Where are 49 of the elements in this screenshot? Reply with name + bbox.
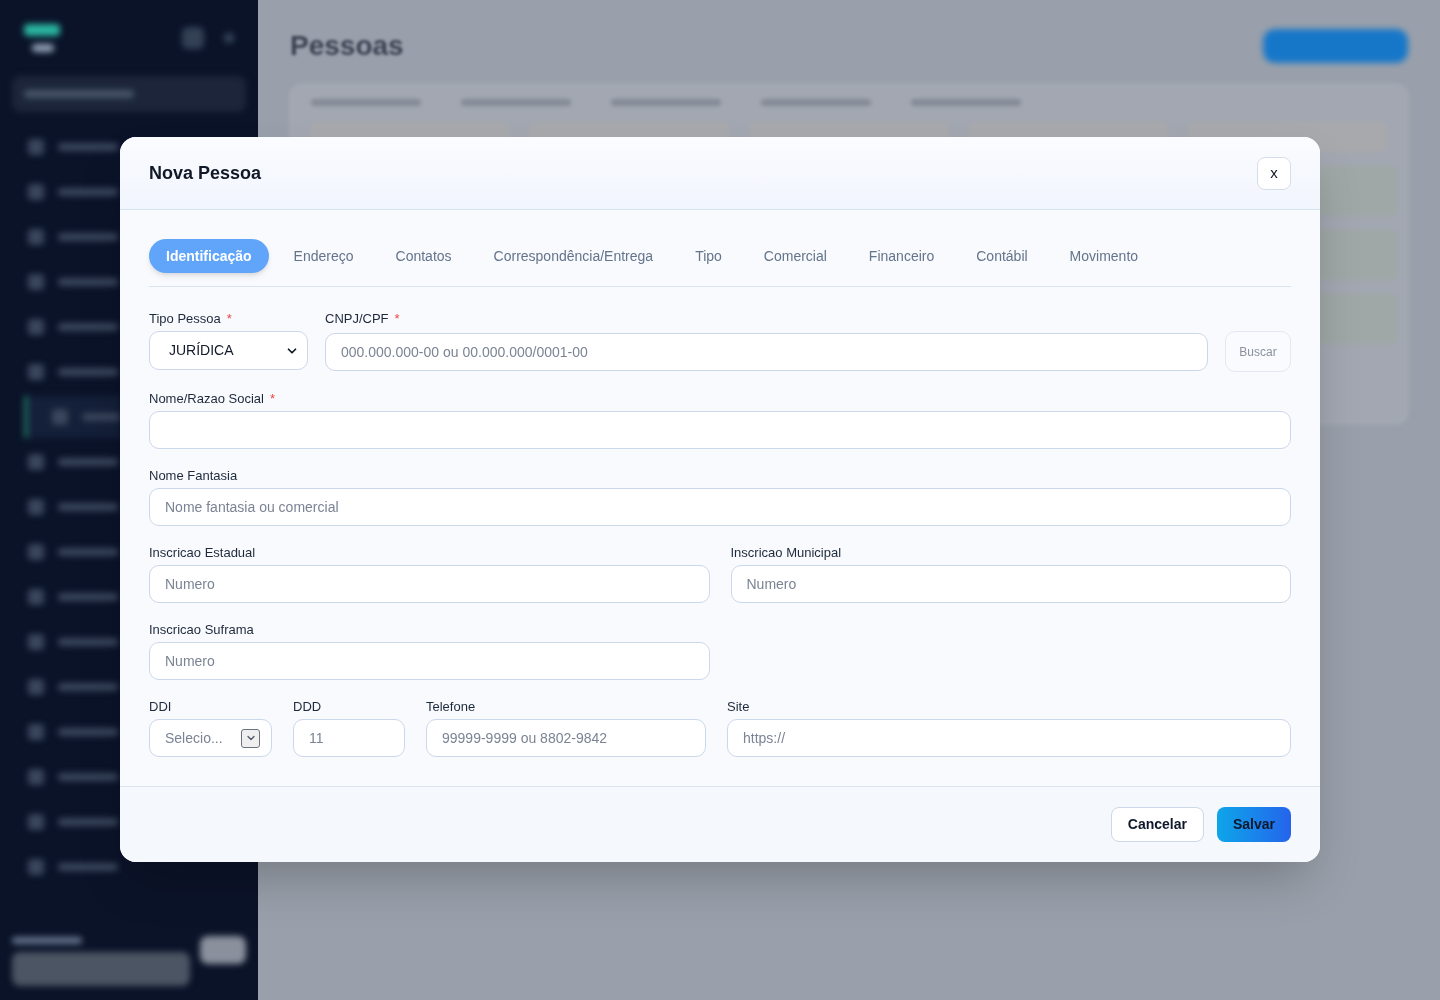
field-label: Inscricao Suframa — [149, 622, 254, 638]
field-label: Telefone — [426, 699, 476, 715]
input-field[interactable]: 99999-9999 ou 8802-9842 — [426, 719, 706, 757]
field-label: DDD — [293, 699, 322, 715]
select-field[interactable]: Selecio... — [149, 719, 272, 757]
blurred-logo — [24, 24, 60, 52]
blurred-search-field[interactable] — [12, 76, 246, 112]
input-field[interactable]: Numero — [730, 565, 1291, 603]
required-asterisk: * — [226, 311, 232, 327]
close-button[interactable]: x — [1257, 156, 1291, 190]
input-field[interactable]: Numero — [149, 565, 710, 603]
input-field[interactable]: 11 — [293, 719, 405, 757]
select-field[interactable]: JURÍDICA — [149, 331, 308, 370]
field-label: Inscricao Estadual — [149, 545, 256, 561]
field-label: Site — [727, 699, 750, 715]
tab[interactable]: Comercial — [746, 239, 844, 273]
dialog-title: Nova Pessoa — [149, 161, 262, 185]
blurred-select-field[interactable] — [12, 952, 190, 986]
blurred-menu-item[interactable] — [24, 395, 120, 438]
blurred-button[interactable] — [200, 936, 246, 964]
field-label: Inscricao Municipal — [730, 545, 842, 561]
tab[interactable]: Correspondência/Entrega — [476, 239, 671, 273]
field-label: Nome Fantasia — [149, 468, 238, 484]
chevron-down-icon — [241, 728, 260, 748]
input-field[interactable]: https:// — [727, 719, 1291, 757]
tab[interactable]: Contábil — [959, 239, 1045, 273]
input-field[interactable]: Nome fantasia ou comercial — [149, 488, 1291, 526]
field-label: DDI — [149, 699, 172, 715]
blurred-label — [12, 937, 82, 944]
field-label: CNPJ/CPF — [325, 311, 389, 327]
tab[interactable]: Tipo — [678, 239, 739, 273]
tab[interactable]: Contatos — [378, 239, 469, 273]
input-field[interactable]: 000.000.000-00 ou 00.000.000/0001-00 — [325, 332, 1208, 371]
tab[interactable]: Financeiro — [851, 239, 952, 273]
page-title: Pessoas — [290, 29, 404, 63]
cancel-button[interactable]: Cancelar — [1110, 807, 1204, 842]
tab[interactable]: Endereço — [276, 239, 371, 273]
field-label: Tipo Pessoa — [149, 311, 221, 327]
blurred-icon[interactable] — [182, 27, 204, 49]
tab[interactable]: Movimento — [1052, 239, 1156, 273]
save-button[interactable]: Salvar — [1216, 807, 1291, 842]
required-asterisk: * — [269, 391, 275, 407]
search-button[interactable]: Buscar — [1225, 331, 1291, 372]
tab[interactable]: Identificação — [149, 239, 269, 273]
input-field[interactable]: Numero — [149, 642, 710, 680]
field-label: Nome/Razao Social — [149, 391, 264, 407]
required-asterisk: * — [394, 311, 400, 327]
input-field[interactable] — [149, 411, 1291, 449]
blurred-icon[interactable] — [224, 33, 234, 43]
